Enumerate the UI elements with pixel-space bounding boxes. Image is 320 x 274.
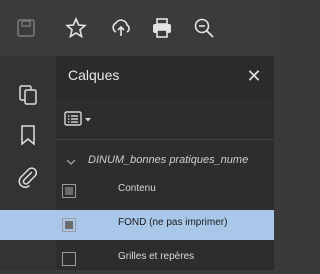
bookmark-icon[interactable]: [13, 120, 43, 150]
zoom-out-icon[interactable]: [190, 14, 218, 42]
panel-title: Calques: [68, 67, 120, 83]
layer-label: Grilles et repères: [118, 251, 195, 262]
divider: [56, 139, 274, 140]
print-icon[interactable]: [148, 14, 176, 42]
upload-icon[interactable]: [107, 14, 135, 42]
list-options-icon: [64, 111, 91, 126]
layer-visibility-checkbox[interactable]: [62, 184, 76, 198]
layer-visibility-checkbox[interactable]: [62, 218, 76, 232]
layer-options-button[interactable]: [64, 108, 100, 130]
layers-panel: Calques ✕ DINUM_bonnes pratiques_nume Co…: [0, 56, 274, 270]
layer-row-selected[interactable]: FOND (ne pas imprimer): [0, 210, 274, 240]
layer-row[interactable]: Contenu: [0, 176, 274, 206]
pages-icon[interactable]: [13, 80, 43, 110]
panel-header: Calques ✕: [56, 56, 274, 100]
top-toolbar: [0, 0, 274, 56]
chevron-down-icon[interactable]: [64, 155, 78, 169]
layer-visibility-checkbox[interactable]: [62, 252, 76, 266]
close-icon[interactable]: ✕: [244, 66, 264, 86]
save-icon[interactable]: [12, 14, 40, 42]
star-icon[interactable]: [62, 14, 90, 42]
layer-label: Contenu: [118, 183, 156, 194]
root-layer-label: DINUM_bonnes pratiques_nume: [88, 154, 249, 166]
layer-label: FOND (ne pas imprimer): [118, 217, 228, 228]
